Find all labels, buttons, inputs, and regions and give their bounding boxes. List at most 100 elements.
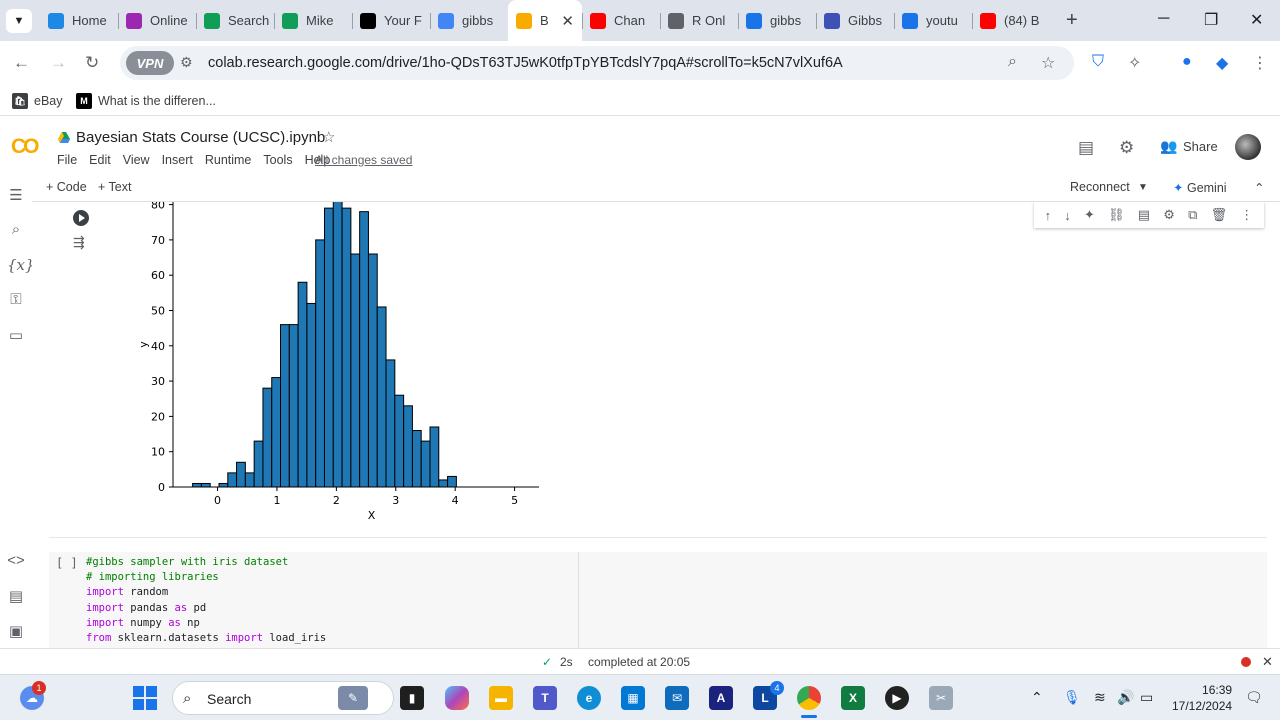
menu-runtime[interactable]: Runtime — [205, 153, 252, 167]
tab-1[interactable]: Online — [118, 0, 196, 41]
address-bar[interactable]: VPN ⚙ colab.research.google.com/drive/1h… — [120, 46, 1074, 80]
menu-edit[interactable]: Edit — [89, 153, 111, 167]
command-palette-icon[interactable]: ▤ — [7, 587, 25, 605]
save-status[interactable]: All changes saved — [315, 153, 412, 167]
microphone-icon[interactable]: 🎙 — [1063, 689, 1081, 706]
vpn-shield-icon[interactable]: ◆ — [1216, 53, 1228, 73]
search-icon[interactable]: ⌕ — [7, 221, 25, 238]
zoom-icon[interactable]: ⌕ — [1008, 53, 1017, 71]
tab-3[interactable]: Mike — [274, 0, 352, 41]
colab-logo[interactable]: CO — [11, 135, 39, 159]
minimize-button[interactable]: ─ — [1158, 10, 1169, 28]
cell-run-brackets[interactable]: [ ] — [56, 556, 78, 570]
site-settings-icon[interactable]: ⚙ — [180, 54, 193, 71]
close-status-icon[interactable]: ✕ — [1262, 654, 1273, 670]
close-window-button[interactable]: ✕ — [1250, 10, 1263, 30]
avatar[interactable] — [1235, 134, 1261, 160]
tab-5[interactable]: gibbs — [430, 0, 508, 41]
share-button[interactable]: Share — [1183, 139, 1218, 154]
url-text[interactable]: colab.research.google.com/drive/1ho-QDsT… — [208, 55, 843, 71]
back-icon[interactable]: ← — [13, 53, 30, 73]
close-tab-icon[interactable]: ✕ — [561, 12, 574, 30]
variables-icon[interactable]: {x} — [7, 256, 35, 274]
mirror-cell-icon[interactable]: ⧉ — [1188, 207, 1197, 223]
drive-icon[interactable] — [58, 132, 70, 143]
link-icon[interactable]: ⛓ — [1108, 207, 1125, 223]
move-up-icon[interactable]: ↑ — [1045, 208, 1052, 223]
code-editor[interactable]: #gibbs sampler with iris dataset # import… — [86, 555, 326, 646]
reload-icon[interactable]: ↻ — [85, 53, 99, 73]
file-explorer-icon[interactable]: ▬ — [489, 686, 513, 710]
teams-icon[interactable]: T — [533, 686, 557, 710]
extension-shield-icon[interactable]: ⛉ — [1092, 53, 1104, 71]
tab-8[interactable]: R Onl — [660, 0, 738, 41]
tab-6[interactable]: B ✕ — [508, 0, 582, 41]
chrome-icon[interactable] — [797, 686, 821, 710]
menu-insert[interactable]: Insert — [162, 153, 193, 167]
tab-search-button[interactable]: ▼ — [6, 9, 32, 33]
add-text-button[interactable]: + Text — [98, 180, 131, 194]
media-player-icon[interactable]: ▶ — [885, 686, 909, 710]
files-folder-icon[interactable]: ▭ — [7, 326, 25, 344]
gemini-sparkle-icon[interactable]: ✦ — [1084, 207, 1095, 223]
extensions-icon[interactable]: ✧ — [1128, 53, 1141, 73]
collapse-header-icon[interactable]: ⌃ — [1254, 180, 1264, 195]
comment-icon[interactable]: ▤ — [1138, 207, 1150, 223]
more-options-icon[interactable]: ⋮ — [1240, 207, 1253, 223]
code-cell[interactable]: [ ] #gibbs sampler with iris dataset # im… — [49, 552, 1267, 648]
share-people-icon[interactable]: 👥 — [1160, 138, 1177, 155]
settings-gear-icon[interactable]: ⚙ — [1163, 207, 1175, 223]
move-down-icon[interactable]: ↓ — [1064, 208, 1071, 223]
menu-file[interactable]: File — [57, 153, 77, 167]
bookmark-ebay[interactable]: 🛍 eBay — [12, 93, 63, 109]
delete-trash-icon[interactable]: 🗑 — [1211, 207, 1228, 223]
bookmark-star-icon[interactable]: ☆ — [1041, 53, 1055, 73]
vpn-badge[interactable]: VPN — [126, 51, 174, 75]
star-icon[interactable]: ☆ — [322, 128, 335, 146]
tray-chevron-up-icon[interactable]: ⌃ — [1031, 689, 1043, 706]
forward-icon[interactable]: → — [50, 53, 67, 73]
tab-12[interactable]: (84) B — [972, 0, 1050, 41]
tab-2[interactable]: Search — [196, 0, 274, 41]
battery-icon[interactable]: ▭ — [1140, 689, 1153, 706]
table-of-contents-icon[interactable]: ☰ — [7, 186, 25, 204]
taskbar-clock[interactable]: 16:39 17/12/2024 — [1172, 682, 1232, 714]
store-icon[interactable]: ▦ — [621, 686, 645, 710]
bookmark-medium[interactable]: M What is the differen... — [76, 93, 216, 109]
runtime-dropdown-icon[interactable]: ▼ — [1138, 182, 1148, 193]
settings-gear-icon[interactable]: ⚙ — [1119, 138, 1134, 158]
mail-icon[interactable]: ✉ — [665, 686, 689, 710]
volume-icon[interactable]: 🔊 — [1117, 689, 1134, 706]
terminal-icon[interactable]: ▣ — [7, 622, 25, 640]
tab-10[interactable]: Gibbs — [816, 0, 894, 41]
comment-icon[interactable]: ▤ — [1078, 138, 1094, 158]
tab-11[interactable]: youtu — [894, 0, 972, 41]
menu-tools[interactable]: Tools — [263, 153, 292, 167]
task-view-icon[interactable]: ▮ — [400, 686, 424, 710]
search-highlight-icon[interactable]: ✎ — [338, 686, 368, 710]
new-tab-button[interactable]: + — [1066, 9, 1078, 32]
gemini-button[interactable]: ✦ Gemini — [1173, 180, 1227, 195]
notebook-title[interactable]: Bayesian Stats Course (UCSC).ipynb — [76, 129, 325, 146]
reconnect-button[interactable]: Reconnect — [1070, 180, 1130, 194]
excel-icon[interactable]: X — [841, 686, 865, 710]
tab-4[interactable]: Your F — [352, 0, 430, 41]
profile-icon[interactable]: ● — [1182, 53, 1192, 71]
browser-menu-icon[interactable]: ⋮ — [1252, 53, 1268, 73]
code-snippets-icon[interactable]: <> — [7, 552, 25, 569]
copilot-icon[interactable] — [445, 686, 469, 710]
start-windows-icon[interactable] — [133, 686, 157, 710]
wifi-icon[interactable]: ≋ — [1094, 689, 1106, 706]
secrets-key-icon[interactable]: ⚿ — [7, 291, 25, 308]
edge-icon[interactable]: e — [577, 686, 601, 710]
restore-button[interactable]: ❐ — [1204, 10, 1218, 30]
notifications-icon[interactable]: 🗨 — [1245, 689, 1263, 706]
tab-0[interactable]: Home — [40, 0, 118, 41]
app-a-icon[interactable]: A — [709, 686, 733, 710]
menu-view[interactable]: View — [123, 153, 150, 167]
tab-7[interactable]: Chan — [582, 0, 660, 41]
add-code-button[interactable]: + Code — [46, 180, 87, 194]
snipping-tool-icon[interactable]: ✂ — [929, 686, 953, 710]
tab-9[interactable]: gibbs — [738, 0, 816, 41]
run-cell-button[interactable] — [73, 210, 89, 226]
